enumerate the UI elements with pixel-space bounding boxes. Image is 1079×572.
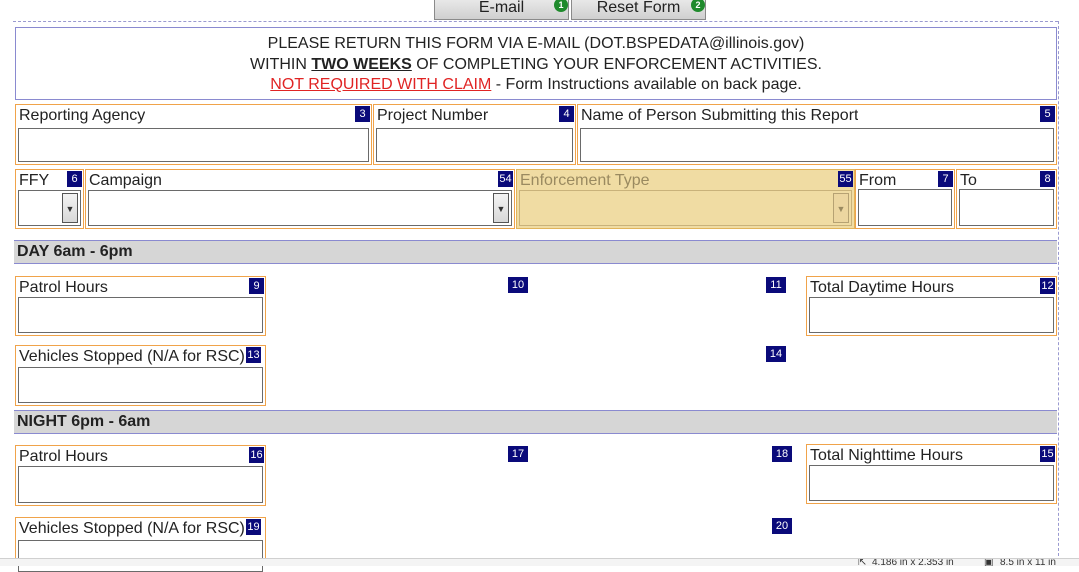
chevron-down-icon[interactable]: ▼	[833, 193, 849, 223]
ffy-label: FFY	[19, 172, 50, 189]
dimensions-readout: 4.186 in x 2.353 in	[872, 558, 954, 566]
notice-not-required: NOT REQUIRED WITH CLAIM	[270, 76, 492, 93]
reporting-agency-input[interactable]	[18, 128, 369, 162]
day-patrol-hours-field: Patrol Hours 9	[15, 276, 266, 336]
field-number-badge: 19	[246, 519, 261, 535]
campaign-select[interactable]: ▼	[88, 190, 512, 226]
notice-line-2: WITHIN TWO WEEKS OF COMPLETING YOUR ENFO…	[16, 55, 1056, 76]
day-patrol-hours-input[interactable]	[18, 297, 263, 333]
field-number-badge: 9	[249, 278, 264, 294]
project-number-input[interactable]	[376, 128, 573, 162]
day-patrol-hours-label: Patrol Hours	[19, 279, 108, 296]
to-date-field: To 8	[956, 169, 1057, 229]
page-size-readout: 8.5 in x 11 in	[1000, 558, 1056, 566]
field-number-badge: 16	[249, 447, 264, 463]
notice-line-3-post: - Form Instructions available on back pa…	[491, 76, 802, 93]
page-size-icon: ▣	[984, 558, 994, 566]
field-number-badge: 18	[772, 446, 792, 462]
project-number-field: Project Number 4	[373, 104, 576, 165]
night-total-hours-field: Total Nighttime Hours 15	[806, 444, 1057, 504]
page-boundary-right	[1058, 21, 1059, 566]
to-date-label: To	[960, 172, 977, 189]
night-total-hours-label: Total Nighttime Hours	[810, 447, 963, 464]
field-number-badge: 20	[772, 518, 792, 534]
day-vehicles-stopped-label: Vehicles Stopped (N/A for RSC)	[19, 348, 245, 365]
field-number-badge: 7	[938, 171, 953, 187]
chevron-down-icon[interactable]: ▼	[62, 193, 78, 223]
reset-form-button-label: Reset Form	[596, 0, 681, 16]
notice-box: PLEASE RETURN THIS FORM VIA E-MAIL (DOT.…	[15, 27, 1057, 100]
field-number-badge: 13	[246, 347, 261, 363]
field-number-badge: 14	[766, 346, 786, 362]
field-number-badge: 54	[498, 171, 513, 187]
chevron-down-icon[interactable]: ▼	[493, 193, 509, 223]
day-vehicles-stopped-field: Vehicles Stopped (N/A for RSC) 13	[15, 345, 266, 406]
from-date-field: From 7	[855, 169, 955, 229]
notice-two-weeks: TWO WEEKS	[311, 55, 412, 73]
status-bar: ⇱ 4.186 in x 2.353 in ▣ 8.5 in x 11 in	[0, 558, 1079, 566]
from-date-input[interactable]	[858, 189, 952, 226]
enforcement-type-field: Enforcement Type 55 ▼	[516, 169, 855, 229]
night-vehicles-stopped-label: Vehicles Stopped (N/A for RSC)	[19, 520, 245, 537]
campaign-field: Campaign 54 ▼	[85, 169, 515, 229]
field-number-badge: 4	[559, 106, 574, 122]
reset-form-button[interactable]: Reset Form	[571, 0, 706, 20]
day-section-header: DAY 6am - 6pm	[14, 240, 1057, 264]
enforcement-type-label: Enforcement Type	[520, 172, 650, 189]
night-total-hours-input[interactable]	[809, 465, 1054, 501]
field-number-badge: 6	[67, 171, 82, 187]
field-number-badge: 10	[508, 277, 528, 293]
dimensions-icon: ⇱	[858, 558, 867, 566]
day-vehicles-stopped-input[interactable]	[18, 367, 263, 403]
notice-line-2-pre: WITHIN	[250, 55, 312, 73]
night-patrol-hours-input[interactable]	[18, 466, 263, 503]
ffy-field: FFY 6 ▼	[15, 169, 84, 229]
field-number-badge: 55	[838, 171, 853, 187]
submitter-name-input[interactable]	[580, 128, 1054, 162]
notice-line-1: PLEASE RETURN THIS FORM VIA E-MAIL (DOT.…	[267, 35, 805, 52]
field-number-badge: 8	[1040, 171, 1055, 187]
reporting-agency-field: Reporting Agency 3	[15, 104, 372, 165]
day-total-hours-field: Total Daytime Hours 12	[806, 276, 1057, 336]
project-number-label: Project Number	[377, 107, 489, 124]
field-number-badge: 3	[355, 106, 370, 122]
field-number-badge: 12	[1040, 278, 1055, 294]
field-number-badge: 11	[766, 277, 786, 293]
submitter-name-label: Name of Person Submitting this Report	[581, 107, 859, 124]
enforcement-type-select[interactable]: ▼	[519, 190, 852, 226]
night-vehicles-stopped-input[interactable]	[18, 540, 263, 572]
email-button-label: E-mail	[478, 0, 525, 16]
field-number-badge: 5	[1040, 106, 1055, 122]
field-number-badge: 15	[1040, 446, 1055, 462]
email-button[interactable]: E-mail	[434, 0, 569, 20]
page-boundary-top	[13, 21, 1058, 22]
reporting-agency-label: Reporting Agency	[19, 107, 146, 124]
from-date-label: From	[859, 172, 897, 189]
night-section-header: NIGHT 6pm - 6am	[14, 410, 1057, 434]
day-total-hours-input[interactable]	[809, 297, 1054, 333]
to-date-input[interactable]	[959, 189, 1054, 226]
notice-line-3: NOT REQUIRED WITH CLAIM - Form Instructi…	[16, 75, 1056, 96]
night-patrol-hours-label: Patrol Hours	[19, 448, 108, 465]
field-number-badge: 17	[508, 446, 528, 462]
night-patrol-hours-field: Patrol Hours 16	[15, 445, 266, 506]
ffy-select[interactable]: ▼	[18, 190, 81, 226]
campaign-label: Campaign	[89, 172, 162, 189]
submitter-name-field: Name of Person Submitting this Report 5	[577, 104, 1057, 165]
notice-line-2-post: OF COMPLETING YOUR ENFORCEMENT ACTIVITIE…	[411, 55, 822, 73]
day-total-hours-label: Total Daytime Hours	[810, 279, 955, 296]
